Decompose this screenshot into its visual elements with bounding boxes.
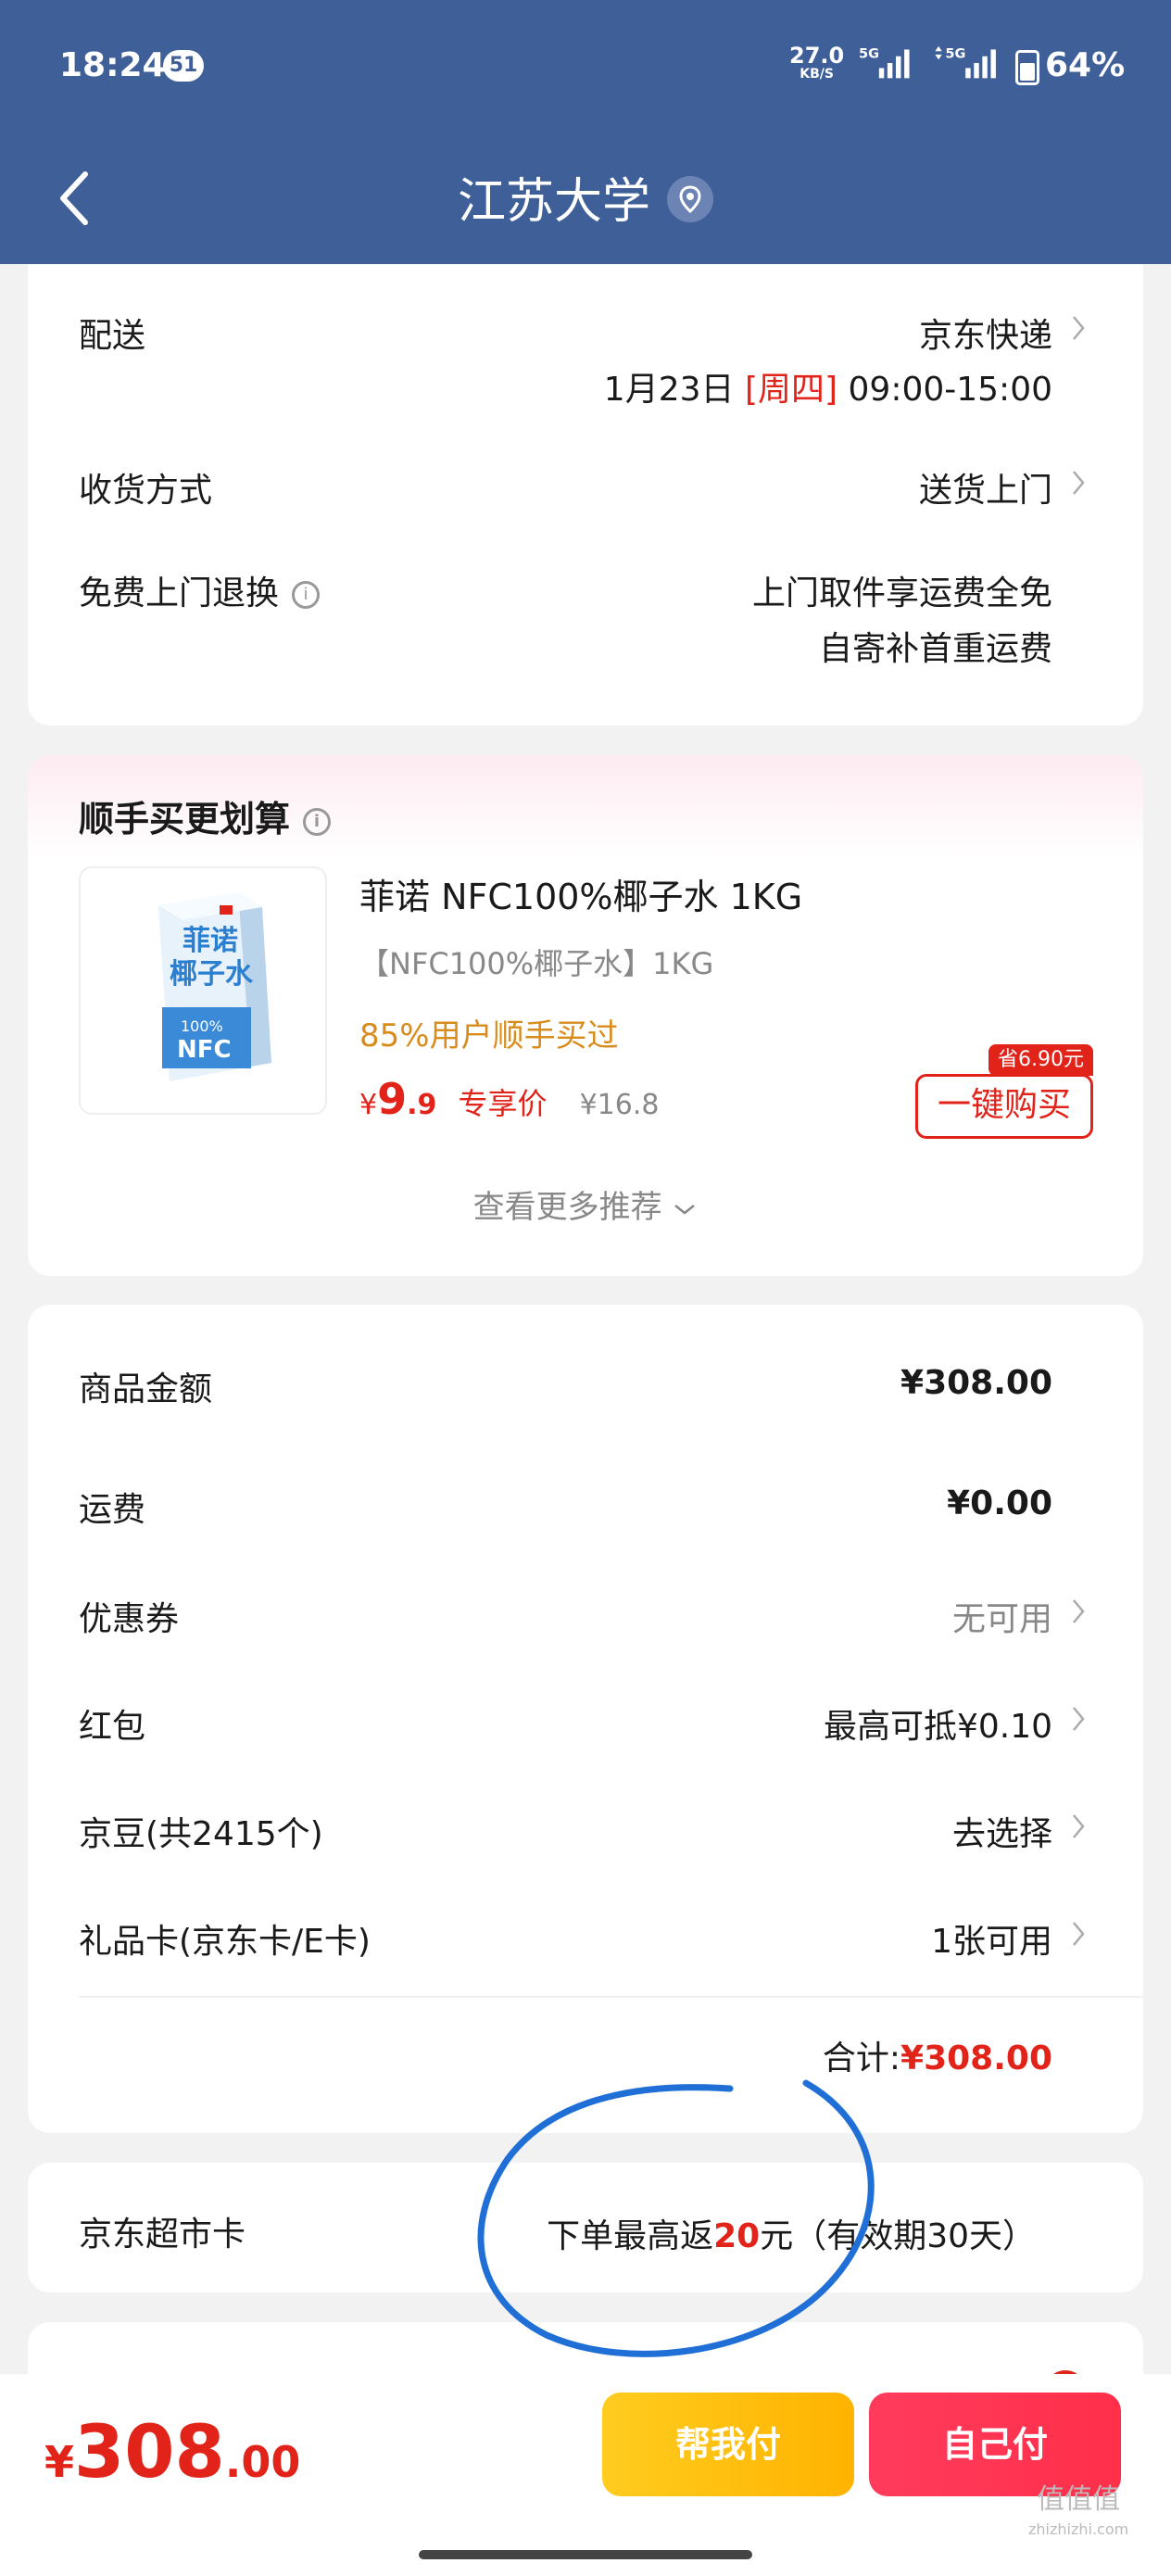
total-value: ¥308.00 <box>900 2039 1052 2077</box>
free-return-line2: 自寄补首重运费 <box>818 630 1052 668</box>
price-symbol: ¥ <box>359 1089 378 1121</box>
recommend-card: 顺手买更划算 i 菲诺 椰子水 100% NFC 菲诺 NFC100%椰子水 1K… <box>28 755 1143 1276</box>
delivery-value[interactable]: 京东快递 <box>919 309 1052 357</box>
checkout-decimal: .00 <box>224 2437 301 2487</box>
signal-2-label: 5G <box>945 47 965 62</box>
checkout-amount: 308 <box>74 2411 225 2494</box>
chevron-down-icon <box>674 1204 696 1215</box>
notification-badge: 51 <box>163 50 204 82</box>
chevron-right-icon[interactable] <box>1071 469 1086 497</box>
battery-icon <box>1015 50 1039 85</box>
free-return-value: 上门取件享运费全免 自寄补首重运费 <box>752 566 1052 677</box>
pay-myself-button[interactable]: 自己付 <box>869 2393 1121 2496</box>
cashback-amount: 20 <box>713 2217 761 2255</box>
checkout-bar: ¥308.00 帮我付 自己付 值值值 zhizhizhi.com <box>0 2374 1171 2576</box>
original-price: ¥16.8 <box>579 1089 660 1121</box>
battery-percent: 64% <box>1045 46 1126 84</box>
product-image[interactable]: 菲诺 椰子水 100% NFC <box>79 866 327 1115</box>
more-recommend-text: 查看更多推荐 <box>472 1189 662 1226</box>
free-return-text: 免费上门退换 <box>79 575 280 612</box>
cost-card: 商品金额 ¥308.00 运费 ¥0.00 优惠券 无可用 红包 最高可抵¥0.… <box>28 1305 1143 2133</box>
receive-method-label: 收货方式 <box>79 472 213 510</box>
price-tag: 专享价 <box>458 1086 548 1121</box>
chevron-right-icon[interactable] <box>1071 1597 1086 1625</box>
watermark: 值值值 zhizhizhi.com <box>1028 2485 1128 2544</box>
info-icon[interactable]: i <box>292 581 321 609</box>
product-popularity: 85%用户顺手买过 <box>359 1017 619 1054</box>
watermark-text: 值值值 <box>1037 2483 1121 2516</box>
delivery-time[interactable]: 1月23日 [周四] 09:00-15:00 <box>604 362 1052 410</box>
delivery-date: 1月23日 <box>603 371 735 409</box>
gift-card-label: 礼品卡(京东卡/E卡) <box>79 1923 371 1961</box>
coconut-water-carton-icon: 菲诺 椰子水 100% NFC <box>158 892 271 1081</box>
checkout-symbol: ¥ <box>44 2437 75 2487</box>
network-speed-unit: KB/S <box>800 67 834 82</box>
delivery-card: 配送 京东快递 1月23日 [周四] 09:00-15:00 收货方式 送货上门… <box>28 264 1143 726</box>
supermarket-card-label: 京东超市卡 <box>79 2216 246 2254</box>
delivery-time-range: 09:00-15:00 <box>848 371 1052 409</box>
cashback-suffix: 元（有效期30天） <box>760 2217 1036 2255</box>
help-me-pay-button[interactable]: 帮我付 <box>602 2393 854 2496</box>
product-price: ¥9.9 专享价 ¥16.8 <box>359 1074 659 1124</box>
home-indicator[interactable] <box>419 2550 752 2559</box>
pack-label-3: 100% <box>181 1017 223 1035</box>
save-badge: 省6.90元 <box>988 1044 1093 1076</box>
coupon-value[interactable]: 无可用 <box>952 1592 1052 1640</box>
pack-label-4: NFC <box>177 1036 232 1064</box>
one-click-buy-button[interactable]: 一键购买 <box>915 1074 1093 1139</box>
chevron-right-icon[interactable] <box>1071 1920 1086 1948</box>
chevron-right-icon[interactable] <box>1071 1705 1086 1733</box>
red-packet-value[interactable]: 最高可抵¥0.10 <box>824 1699 1052 1748</box>
total-label: 合计: <box>822 2039 901 2077</box>
divider <box>79 1996 1143 1998</box>
price-integer: 9 <box>377 1074 408 1124</box>
pack-label-1: 菲诺 <box>183 925 238 957</box>
goods-amount-label: 商品金额 <box>79 1370 213 1408</box>
network-speed: 27.0 KB/S <box>789 44 844 82</box>
supermarket-card-value: 下单最高返20元（有效期30天） <box>547 2209 1036 2257</box>
cashback-prefix: 下单最高返 <box>547 2217 714 2255</box>
location-title[interactable]: 江苏大学 <box>0 162 1171 232</box>
delivery-weekday: [周四] <box>744 371 838 409</box>
jd-beans-value[interactable]: 去选择 <box>952 1807 1052 1855</box>
network-speed-value: 27.0 <box>789 43 845 69</box>
info-icon[interactable]: i <box>303 807 332 836</box>
recommend-title-text: 顺手买更划算 <box>79 799 291 840</box>
shipping-fee-value: ¥0.00 <box>947 1484 1052 1522</box>
pack-label-2: 椰子水 <box>170 958 254 991</box>
delivery-label: 配送 <box>79 317 146 355</box>
page-title: 江苏大学 <box>457 174 650 230</box>
order-total: 合计:¥308.00 <box>823 2031 1052 2079</box>
gift-card-value[interactable]: 1张可用 <box>931 1914 1052 1963</box>
chevron-right-icon[interactable] <box>1071 314 1086 342</box>
checkout-total: ¥308.00 <box>44 2411 300 2494</box>
status-bar: 18:24 51 27.0 KB/S 5G 5G 64% <box>0 37 1171 102</box>
location-pin-icon[interactable] <box>667 176 713 222</box>
app-header: 18:24 51 27.0 KB/S 5G 5G 64% 江苏大学 <box>0 0 1171 264</box>
receive-method-value[interactable]: 送货上门 <box>919 463 1052 511</box>
red-packet-label: 红包 <box>79 1708 146 1746</box>
goods-amount-value: ¥308.00 <box>900 1364 1052 1402</box>
coupon-label: 优惠券 <box>79 1600 180 1638</box>
supermarket-card-row[interactable]: 京东超市卡 下单最高返20元（有效期30天） <box>28 2163 1143 2292</box>
free-return-line1: 上门取件享运费全免 <box>751 575 1052 612</box>
signal-icon-1: 5G <box>859 47 910 79</box>
jd-beans-label: 京豆(共2415个) <box>79 1815 323 1853</box>
shipping-fee-label: 运费 <box>79 1491 146 1529</box>
more-recommend-link[interactable]: 查看更多推荐 <box>28 1181 1143 1227</box>
signal-1-label: 5G <box>859 47 879 62</box>
watermark-url: zhizhizhi.com <box>1028 2520 1129 2538</box>
product-spec: 【NFC100%椰子水】1KG <box>359 946 714 981</box>
price-decimal: .9 <box>407 1089 437 1121</box>
status-time: 18:24 <box>59 46 166 84</box>
product-name[interactable]: 菲诺 NFC100%椰子水 1KG <box>359 868 802 919</box>
chevron-right-icon[interactable] <box>1071 1812 1086 1840</box>
free-return-label: 免费上门退换 i <box>79 566 321 614</box>
signal-icon-2: 5G <box>935 45 996 79</box>
recommend-title: 顺手买更划算 i <box>79 790 332 841</box>
